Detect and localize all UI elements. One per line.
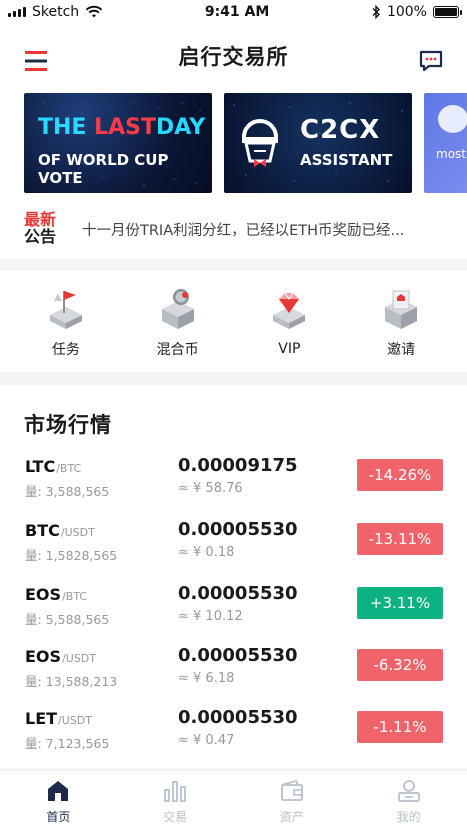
fiat-price: ≈ ¥ 0.47 (178, 733, 235, 748)
banner-c2cx[interactable]: C2CX ASSISTANT (224, 93, 412, 193)
feature-vip-label: VIP (278, 340, 301, 357)
assistant-robot-icon (242, 119, 278, 167)
tab-home-label: 首页 (46, 810, 71, 824)
tab-assets-label: 资产 (279, 810, 304, 824)
banner-carousel[interactable]: THE LASTDAY OF WORLD CUP VOTE C2CX ASSIS… (0, 88, 467, 200)
bottom-tab-bar: 首页 交易 资产 我的 (0, 770, 467, 832)
wallet-icon (280, 779, 303, 801)
last-price: 0.00005530 (178, 519, 298, 540)
announcement-badge: 最新 公告 (24, 210, 57, 246)
page-title: 启行交易所 (178, 45, 289, 69)
message-icon[interactable] (419, 50, 443, 72)
pair-name: BTC/USDT (25, 521, 95, 540)
status-bar: Sketch 9:41 AM 100% (0, 0, 467, 24)
battery-icon (432, 6, 462, 18)
fiat-price: ≈ ¥ 0.18 (178, 545, 235, 560)
banner-headline: THE LASTDAY (38, 115, 206, 140)
vip-diamond-icon (273, 292, 306, 329)
tab-profile[interactable]: 我的 (369, 778, 449, 825)
menu-icon[interactable] (24, 50, 48, 72)
signal-icon (8, 7, 26, 17)
app-header: 启行交易所 (0, 24, 467, 88)
tab-trade-label: 交易 (163, 810, 188, 824)
market-row[interactable]: LTC/BTC 量: 3,588,565 0.00009175 ≈ ¥ 58.7… (0, 453, 467, 511)
market-row[interactable]: EOS/BTC 量: 5,588,565 0.00005530 ≈ ¥ 10.1… (0, 581, 467, 639)
trade-chart-icon (164, 781, 187, 802)
carrier-label: Sketch (32, 4, 80, 20)
tab-home[interactable]: 首页 (18, 778, 98, 825)
tab-profile-label: 我的 (396, 810, 421, 824)
change-badge: +3.11% (357, 587, 443, 619)
volume: 量: 13,588,213 (25, 674, 118, 689)
volume: 量: 1,5828,565 (25, 548, 118, 563)
banner-c2cx-title: C2CX (300, 115, 381, 145)
tab-trade[interactable]: 交易 (135, 778, 215, 825)
feature-task[interactable]: 任务 (21, 285, 111, 359)
last-price: 0.00005530 (178, 645, 298, 666)
profile-icon (397, 780, 420, 802)
market-section: 市场行情 LTC/BTC 量: 3,588,565 0.00009175 ≈ ¥… (0, 385, 467, 768)
volume: 量: 3,588,565 (25, 484, 110, 499)
announcement-bar[interactable]: 最新 公告 十一月份TRIA利润分红，已经以ETH币奖励已经... (0, 200, 467, 258)
feature-invite[interactable]: 邀请 (356, 285, 446, 359)
last-price: 0.00009175 (178, 455, 298, 476)
feature-mixcoin-label: 混合币 (156, 341, 199, 358)
change-badge: -14.26% (357, 459, 443, 491)
status-left: Sketch (8, 4, 103, 20)
feature-invite-label: 邀请 (387, 341, 416, 358)
feature-task-label: 任务 (51, 341, 80, 358)
market-row[interactable]: LET/USDT 量: 7,123,565 0.00005530 ≈ ¥ 0.4… (0, 705, 467, 763)
home-icon (48, 781, 69, 801)
change-badge: -13.11% (357, 523, 443, 555)
feature-vip[interactable]: VIP (244, 287, 334, 357)
banner-world-cup[interactable]: THE LASTDAY OF WORLD CUP VOTE (24, 93, 212, 193)
last-price: 0.00005530 (178, 583, 298, 604)
last-price: 0.00005530 (178, 707, 298, 728)
tab-assets[interactable]: 资产 (252, 778, 332, 825)
change-badge: -6.32% (357, 649, 443, 681)
change-badge: -1.11% (357, 711, 443, 743)
pair-name: LTC/BTC (25, 457, 82, 476)
banner-c2cx-subtitle: ASSISTANT (300, 151, 393, 169)
feature-grid: 任务 混合币 VIP 邀请 (0, 271, 467, 372)
invite-icon (385, 290, 418, 329)
task-icon (49, 290, 82, 329)
market-row[interactable]: EOS/USDT 量: 13,588,213 0.00005530 ≈ ¥ 6.… (0, 643, 467, 701)
status-right: 100% (371, 4, 462, 20)
fiat-price: ≈ ¥ 58.76 (178, 481, 243, 496)
wifi-icon (85, 5, 103, 18)
status-time: 9:41 AM (204, 4, 270, 20)
volume: 量: 7,123,565 (25, 736, 110, 751)
pair-name: EOS/BTC (25, 585, 88, 604)
mixcoin-icon (161, 288, 194, 329)
banner-partial[interactable]: most (424, 93, 467, 193)
volume: 量: 5,588,565 (25, 612, 110, 627)
bluetooth-icon (372, 5, 380, 19)
announcement-text[interactable]: 十一月份TRIA利润分红，已经以ETH币奖励已经... (82, 219, 452, 240)
battery-percent: 100% (386, 4, 427, 20)
cloud-shape-icon (438, 105, 467, 133)
pair-name: LET/USDT (25, 709, 92, 728)
banner-partial-text: most (436, 147, 466, 161)
fiat-price: ≈ ¥ 6.18 (178, 671, 235, 686)
fiat-price: ≈ ¥ 10.12 (178, 609, 243, 624)
market-row[interactable]: BTC/USDT 量: 1,5828,565 0.00005530 ≈ ¥ 0.… (0, 517, 467, 575)
pair-name: EOS/USDT (25, 647, 96, 666)
feature-mixcoin[interactable]: 混合币 (133, 285, 223, 359)
banner-subline: OF WORLD CUP VOTE (38, 151, 169, 187)
market-title: 市场行情 (24, 413, 112, 437)
